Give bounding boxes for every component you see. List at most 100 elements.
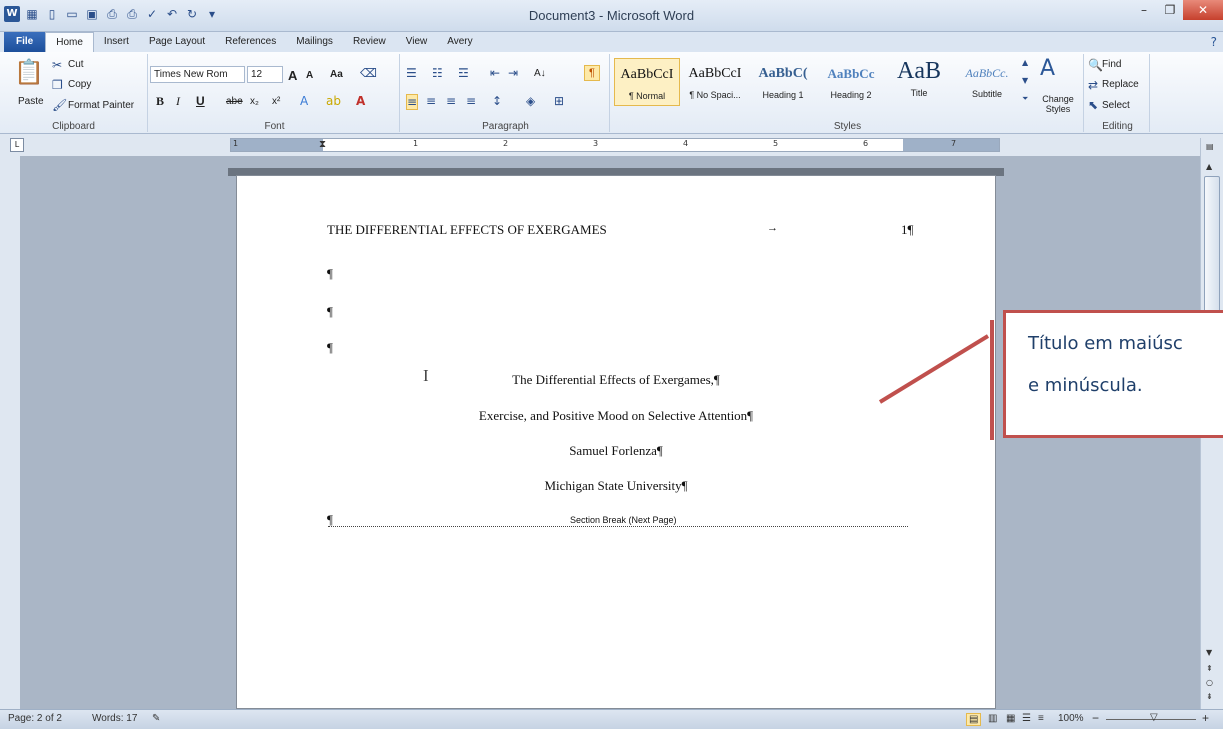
- close-button[interactable]: ✕: [1183, 0, 1223, 20]
- horizontal-ruler[interactable]: 1 1 2 3 4 5 6 7 ⧗: [230, 138, 1000, 152]
- proofing-icon[interactable]: ✎: [152, 713, 160, 724]
- increase-indent-icon[interactable]: ⇥: [508, 66, 518, 80]
- style-title[interactable]: AaB Title: [886, 58, 952, 106]
- grow-font-button[interactable]: A: [288, 68, 297, 83]
- style-heading-2[interactable]: AaBbCc Heading 2: [818, 58, 884, 106]
- tab-home[interactable]: Home: [45, 32, 94, 52]
- superscript-button[interactable]: x²: [272, 96, 280, 107]
- decrease-indent-icon[interactable]: ⇤: [490, 66, 500, 80]
- ruler-number: 1: [413, 139, 419, 148]
- style-sample: AaBbCcI: [688, 66, 742, 81]
- style-name: ¶ Normal: [628, 91, 666, 101]
- numbering-icon[interactable]: ☷: [432, 66, 443, 80]
- copy-button[interactable]: Copy: [68, 79, 91, 90]
- highlight-icon[interactable]: ab: [326, 94, 341, 108]
- word-count[interactable]: Words: 17: [92, 713, 137, 724]
- font-family-select[interactable]: Times New Rom: [150, 66, 245, 83]
- previous-page-icon[interactable]: ⇞: [1206, 664, 1213, 673]
- zoom-in-button[interactable]: +: [1202, 711, 1209, 725]
- tab-review[interactable]: Review: [343, 32, 396, 52]
- align-center-icon[interactable]: ≡: [426, 94, 436, 108]
- style-name: Heading 2: [830, 90, 872, 100]
- zoom-slider-thumb[interactable]: ▽: [1150, 712, 1158, 723]
- styles-scroll-up-icon[interactable]: ▲: [1022, 58, 1028, 67]
- web-layout-icon[interactable]: ▦: [1006, 713, 1015, 724]
- tab-file[interactable]: File: [4, 32, 46, 52]
- borders-icon[interactable]: ⊞: [554, 94, 564, 108]
- change-case-button[interactable]: Aa: [330, 69, 343, 80]
- tab-references[interactable]: References: [215, 32, 286, 52]
- strikethrough-button[interactable]: abe: [226, 96, 243, 107]
- cut-button[interactable]: Cut: [68, 59, 84, 70]
- full-screen-reading-icon[interactable]: ▥: [988, 713, 997, 724]
- change-styles-button[interactable]: Change Styles: [1036, 94, 1080, 114]
- text-effects-icon[interactable]: A: [300, 94, 308, 108]
- browse-object-icon[interactable]: ○: [1206, 678, 1213, 687]
- style-normal[interactable]: AaBbCcI ¶ Normal: [614, 58, 680, 106]
- styles-scroll-down-icon[interactable]: ▼: [1022, 76, 1028, 85]
- find-icon[interactable]: 🔍: [1088, 58, 1103, 72]
- replace-button[interactable]: Replace: [1102, 79, 1139, 90]
- bullets-icon[interactable]: ☰: [406, 66, 417, 80]
- format-painter-icon[interactable]: 🖌: [52, 98, 67, 112]
- tab-page-layout[interactable]: Page Layout: [139, 32, 215, 52]
- ruler-toggle-icon[interactable]: ▤: [1206, 142, 1214, 151]
- style-sample: AaBbCc: [827, 66, 875, 81]
- copy-icon[interactable]: ❐: [52, 78, 63, 92]
- style-heading-1[interactable]: AaBbC( Heading 1: [750, 58, 816, 106]
- draft-icon[interactable]: ≡: [1038, 713, 1044, 724]
- select-icon[interactable]: ⬉: [1088, 98, 1098, 112]
- zoom-out-button[interactable]: −: [1092, 711, 1099, 725]
- styles-more-icon[interactable]: ⏷: [1022, 94, 1028, 104]
- justify-icon[interactable]: ≡: [466, 94, 476, 108]
- zoom-level[interactable]: 100%: [1058, 713, 1084, 724]
- change-styles-icon[interactable]: A: [1040, 56, 1055, 81]
- tab-insert[interactable]: Insert: [94, 32, 139, 52]
- ribbon-tabs: File Home Insert Page Layout References …: [0, 32, 1223, 52]
- maximize-button[interactable]: ❐: [1157, 0, 1183, 20]
- align-right-icon[interactable]: ≡: [446, 94, 456, 108]
- minimize-button[interactable]: –: [1131, 0, 1157, 20]
- bold-button[interactable]: B: [156, 94, 164, 109]
- next-page-icon[interactable]: ⇟: [1206, 692, 1213, 701]
- sort-button[interactable]: A↓: [534, 68, 546, 79]
- indent-marker-icon[interactable]: ⧗: [319, 139, 326, 150]
- cut-icon[interactable]: ✂: [52, 58, 62, 72]
- select-button[interactable]: Select: [1102, 100, 1130, 111]
- outline-icon[interactable]: ☰: [1022, 713, 1031, 724]
- tab-mailings[interactable]: Mailings: [286, 32, 343, 52]
- window-controls: – ❐ ✕: [1131, 0, 1223, 20]
- paste-icon[interactable]: 📋: [14, 58, 44, 86]
- tab-selector-button[interactable]: L: [10, 138, 24, 152]
- line-spacing-icon[interactable]: ↕: [492, 94, 502, 108]
- page-count[interactable]: Page: 2 of 2: [8, 713, 62, 724]
- scroll-down-icon[interactable]: ▼: [1206, 648, 1212, 657]
- callout-line-1: Título em maiúsc: [1028, 333, 1183, 354]
- tab-avery[interactable]: Avery: [437, 32, 482, 52]
- print-layout-icon[interactable]: ▤: [966, 713, 982, 726]
- underline-button[interactable]: U: [196, 94, 205, 108]
- multilevel-list-icon[interactable]: ☲: [458, 66, 469, 80]
- shading-icon[interactable]: ◈: [526, 94, 535, 108]
- replace-icon[interactable]: ⇄: [1088, 78, 1098, 92]
- tab-view[interactable]: View: [396, 32, 438, 52]
- find-button[interactable]: Find: [1102, 59, 1121, 70]
- font-size-select[interactable]: 12: [247, 66, 283, 83]
- scroll-up-icon[interactable]: ▲: [1206, 162, 1212, 171]
- italic-button[interactable]: I: [176, 94, 180, 109]
- shrink-font-button[interactable]: A: [306, 70, 313, 81]
- status-bar: Page: 2 of 2 Words: 17 ✎ ▤ ▥ ▦ ☰ ≡ 100% …: [0, 709, 1223, 729]
- help-icon[interactable]: ?: [1211, 35, 1217, 49]
- show-formatting-button[interactable]: ¶: [584, 65, 600, 81]
- font-color-icon[interactable]: A: [356, 94, 365, 108]
- paste-button[interactable]: Paste: [18, 96, 44, 107]
- clear-formatting-icon[interactable]: ⌫: [360, 66, 377, 80]
- style-subtitle[interactable]: AaBbCc. Subtitle: [954, 58, 1020, 106]
- format-painter-button[interactable]: Format Painter: [68, 100, 134, 111]
- tab-arrow: →: [767, 222, 778, 234]
- style-no-spacing[interactable]: AaBbCcI ¶ No Spaci...: [682, 58, 748, 106]
- subscript-button[interactable]: x₂: [250, 96, 259, 107]
- align-left-icon[interactable]: ≡: [406, 94, 419, 110]
- section-break: Section Break (Next Page): [328, 515, 908, 527]
- empty-paragraph: ¶: [327, 304, 333, 319]
